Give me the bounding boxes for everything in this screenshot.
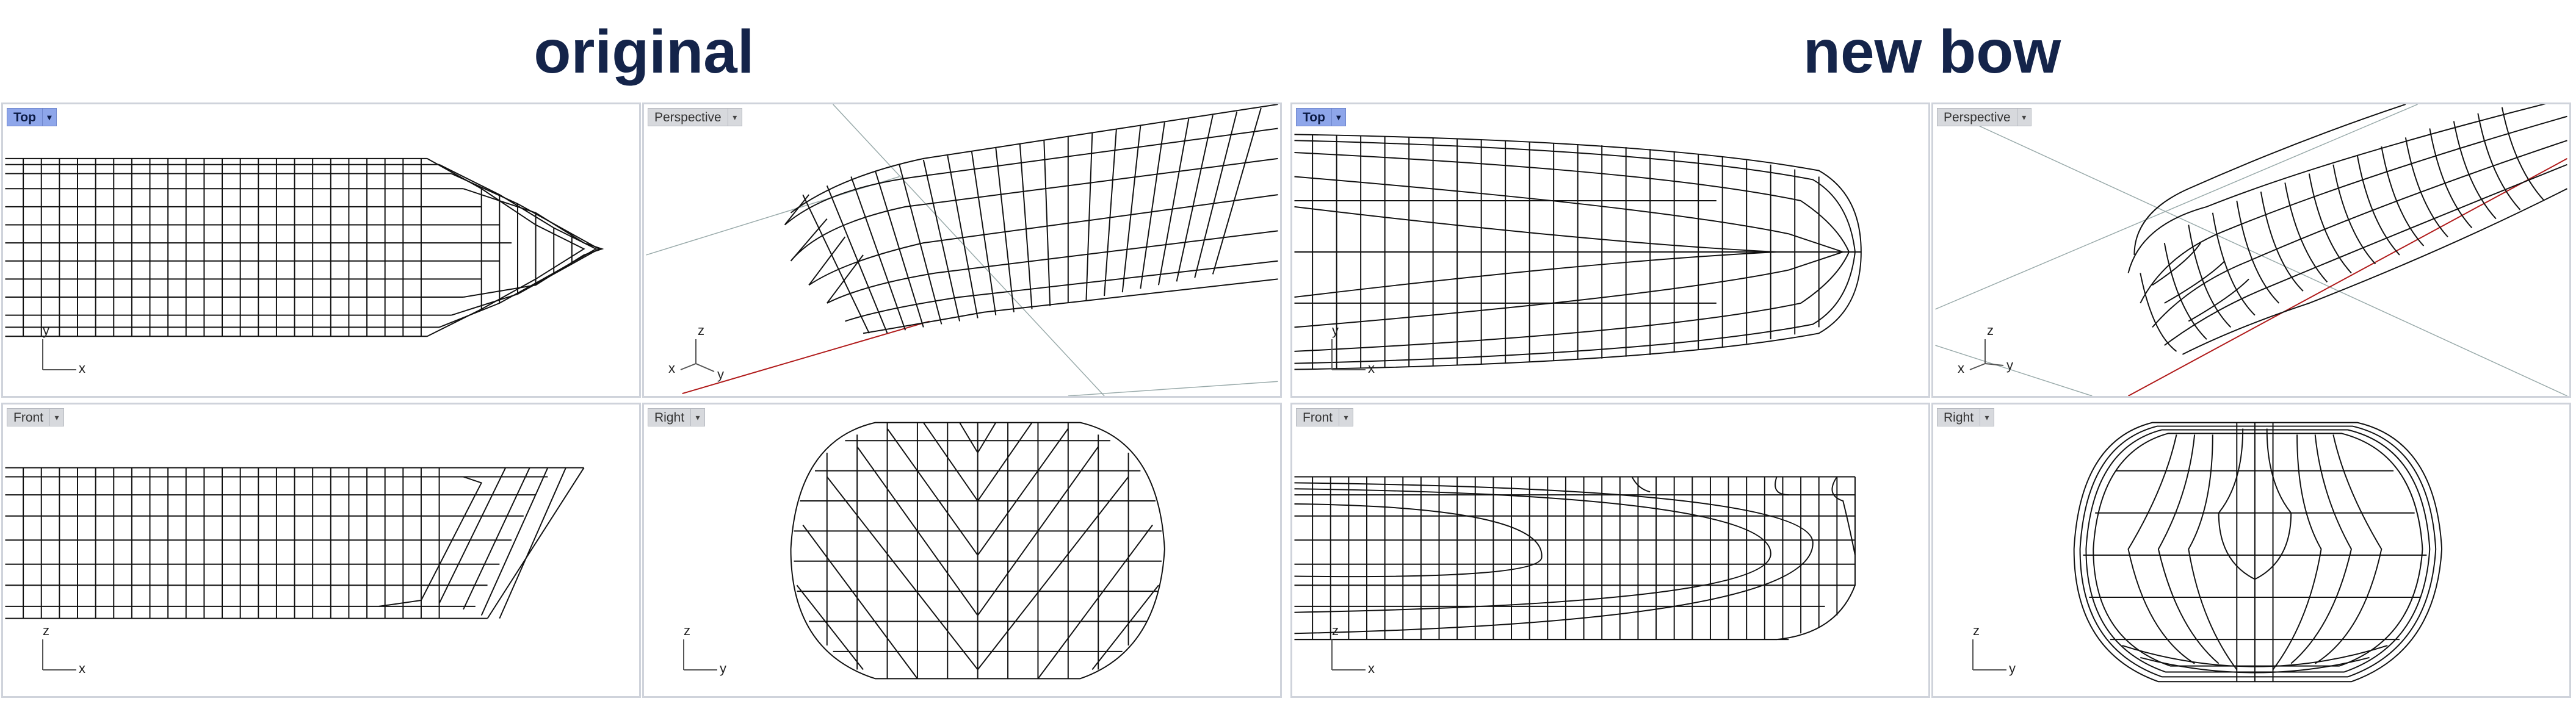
viewport-tab-front[interactable]: Front ▾	[1296, 408, 1354, 426]
viewport-tab-front[interactable]: Front ▾	[7, 408, 65, 426]
axis-label-x: x	[1368, 661, 1375, 676]
axis-label-y: y	[2006, 358, 2013, 373]
axis-label-z: z	[1987, 323, 1994, 338]
viewport-original-perspective[interactable]: Perspective ▾ z x y	[642, 102, 1282, 398]
axis-triad-icon: z y	[1958, 612, 2031, 679]
axis-label-x: x	[79, 361, 85, 376]
axis-label-z: z	[1332, 623, 1339, 638]
axis-triad-icon: z x	[27, 612, 101, 679]
viewport-new-bow-top[interactable]: Top ▾ y x	[1290, 102, 1930, 398]
title-original: original	[534, 18, 754, 86]
viewport-tab-right[interactable]: Right ▾	[648, 408, 706, 426]
dropdown-arrow-icon[interactable]: ▾	[49, 408, 65, 426]
dropdown-arrow-icon[interactable]: ▾	[690, 408, 706, 426]
viewport-tab-right[interactable]: Right ▾	[1937, 408, 1995, 426]
viewport-tab-label: Perspective	[1937, 108, 2017, 126]
axis-label-y: y	[2009, 661, 2016, 676]
axis-label-x: x	[668, 361, 675, 376]
viewport-original-right[interactable]: Right ▾ z y	[642, 403, 1282, 698]
viewport-new-bow-front[interactable]: Front ▾ z x	[1290, 403, 1930, 698]
axis-triad-icon: y x	[27, 312, 101, 379]
axis-label-y: y	[1332, 323, 1339, 338]
viewport-tab-top[interactable]: Top ▾	[1296, 108, 1346, 126]
viewport-new-bow-right[interactable]: Right ▾ z y	[1931, 403, 2571, 698]
axis-triad-icon: y x	[1317, 312, 1390, 379]
axis-label-z: z	[1973, 623, 1980, 638]
axis-label-y: y	[717, 367, 724, 382]
axis-label-y: y	[720, 661, 726, 676]
title-new-bow: new bow	[1803, 18, 2061, 86]
viewport-tab-perspective[interactable]: Perspective ▾	[1937, 108, 2031, 126]
axis-label-y: y	[43, 323, 49, 338]
viewport-tab-label: Top	[7, 108, 42, 126]
axis-triad-icon: z x y	[668, 312, 742, 382]
viewport-tab-label: Perspective	[648, 108, 728, 126]
axis-label-z: z	[684, 623, 690, 638]
axis-label-z: z	[698, 323, 704, 338]
dropdown-arrow-icon[interactable]: ▾	[42, 108, 57, 126]
viewport-tab-perspective[interactable]: Perspective ▾	[648, 108, 742, 126]
dropdown-arrow-icon[interactable]: ▾	[1339, 408, 1354, 426]
viewport-tab-label: Front	[7, 408, 50, 426]
axis-triad-icon: z y	[668, 612, 742, 679]
axis-label-z: z	[43, 623, 49, 638]
axis-label-x: x	[79, 661, 85, 676]
viewport-tab-top[interactable]: Top ▾	[7, 108, 57, 126]
viewport-new-bow-perspective[interactable]: Perspective ▾ z x y	[1931, 102, 2571, 398]
viewport-tab-label: Top	[1296, 108, 1331, 126]
dropdown-arrow-icon[interactable]: ▾	[727, 108, 742, 126]
axis-triad-icon: z x	[1317, 612, 1390, 679]
axis-label-x: x	[1958, 361, 1964, 376]
viewport-original-front[interactable]: Front ▾ z x	[1, 403, 641, 698]
axis-triad-icon: z x y	[1958, 312, 2031, 379]
dropdown-arrow-icon[interactable]: ▾	[1980, 408, 1995, 426]
viewport-tab-label: Front	[1296, 408, 1339, 426]
dropdown-arrow-icon[interactable]: ▾	[2016, 108, 2031, 126]
dropdown-arrow-icon[interactable]: ▾	[1331, 108, 1346, 126]
axis-label-x: x	[1368, 361, 1375, 376]
viewport-tab-label: Right	[648, 408, 691, 426]
viewport-original-top[interactable]: Top ▾ y x	[1, 102, 641, 398]
viewport-tab-label: Right	[1937, 408, 1980, 426]
